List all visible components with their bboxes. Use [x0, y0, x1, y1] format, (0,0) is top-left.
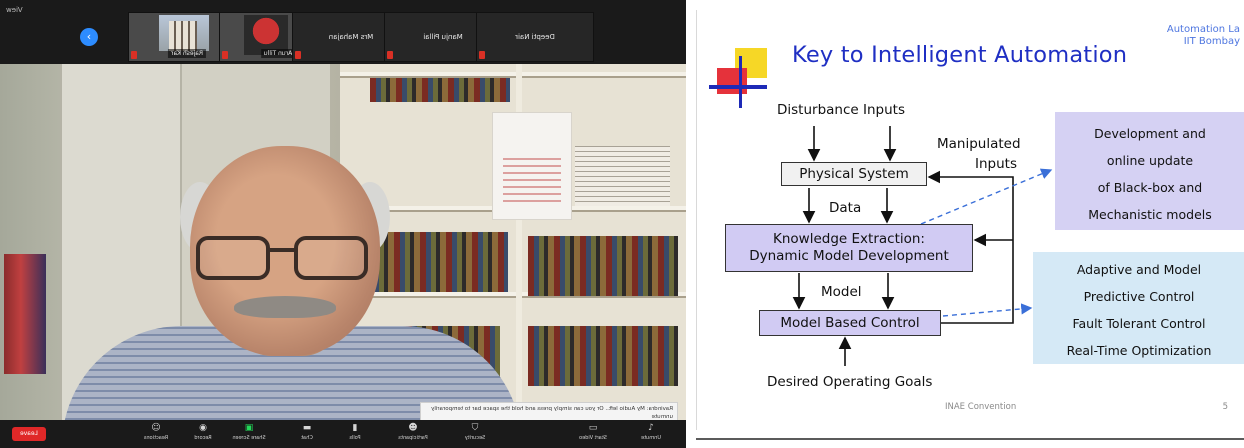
strip-scroll-icon[interactable]: ‹: [80, 28, 98, 46]
manipulated-inputs-label: Manipulated: [937, 136, 1021, 152]
participant-name: Rajesh Kar: [168, 49, 206, 58]
muted-mic-icon: [131, 51, 137, 59]
video-off-icon: ▭: [588, 423, 598, 433]
disturbance-inputs-label: Disturbance Inputs: [777, 102, 905, 118]
physical-system-box: Physical System: [781, 162, 927, 186]
view-button[interactable]: View: [6, 6, 23, 14]
smiley-icon: ☺: [151, 423, 161, 433]
participants-button[interactable]: ☻ Participants: [392, 422, 434, 446]
muted-mic-icon: [387, 51, 393, 59]
participant-photo: [159, 15, 209, 51]
knowledge-extraction-box: Knowledge Extraction: Dynamic Model Deve…: [725, 224, 973, 272]
chat-icon: ▬: [302, 423, 312, 433]
start-video-button[interactable]: ▭ Start Video: [572, 422, 614, 446]
meeting-toolbar: ☺ Reactions ◉ Record ▣ Share Screen ▬ Chat ▮…: [0, 420, 686, 448]
model-based-control-box: Model Based Control: [759, 310, 941, 336]
muted-mic-icon: [295, 51, 301, 59]
participant-name: Deepti Nair: [515, 33, 555, 41]
slide-footer: INAE Convention: [945, 402, 1017, 412]
participant-strip: View ‹ Rajesh Kar Arun Tillu Mrs Mahajan…: [0, 0, 686, 64]
share-screen-icon: ▣: [244, 423, 254, 433]
record-button[interactable]: ◉ Record: [182, 422, 224, 446]
control-applications-panel: Adaptive and Model Predictive Control Fa…: [1033, 252, 1244, 364]
data-label: Data: [829, 200, 862, 216]
mic-icon: ♪: [648, 423, 654, 433]
development-panel: Development and online update of Black-b…: [1055, 112, 1244, 230]
unmute-button[interactable]: ♪ Unmute: [630, 422, 672, 446]
chat-button[interactable]: ▬ Chat: [286, 422, 328, 446]
speaker-video: [0, 64, 686, 420]
share-screen-button[interactable]: ▣ Share Screen: [228, 422, 270, 446]
reactions-button[interactable]: ☺ Reactions: [135, 422, 177, 446]
video-call-window: View ‹ Rajesh Kar Arun Tillu Mrs Mahajan…: [0, 0, 686, 448]
slide-page-number: 5: [1222, 402, 1228, 412]
screen: View ‹ Rajesh Kar Arun Tillu Mrs Mahajan…: [0, 0, 1244, 448]
shield-icon: ⛉: [471, 423, 479, 433]
model-label: Model: [821, 284, 862, 300]
shared-slide: Key to Intelligent Automation Automation…: [696, 10, 1244, 430]
participant-name: Arun Tillu: [260, 49, 296, 58]
leave-button[interactable]: Leave: [12, 427, 46, 441]
muted-mic-icon: [479, 51, 485, 59]
polls-button[interactable]: ▮ Polls: [334, 422, 376, 446]
participant-tile[interactable]: Deepti Nair: [476, 12, 594, 62]
security-button[interactable]: ⛉ Security: [454, 422, 496, 446]
record-icon: ◉: [199, 423, 207, 433]
muted-mic-icon: [222, 51, 228, 59]
participants-icon: ☻: [408, 423, 418, 433]
speaker: [62, 146, 522, 420]
manipulated-inputs-label-2: Inputs: [975, 156, 1017, 172]
polls-icon: ▮: [352, 423, 358, 433]
desired-goals-label: Desired Operating Goals: [767, 374, 933, 390]
